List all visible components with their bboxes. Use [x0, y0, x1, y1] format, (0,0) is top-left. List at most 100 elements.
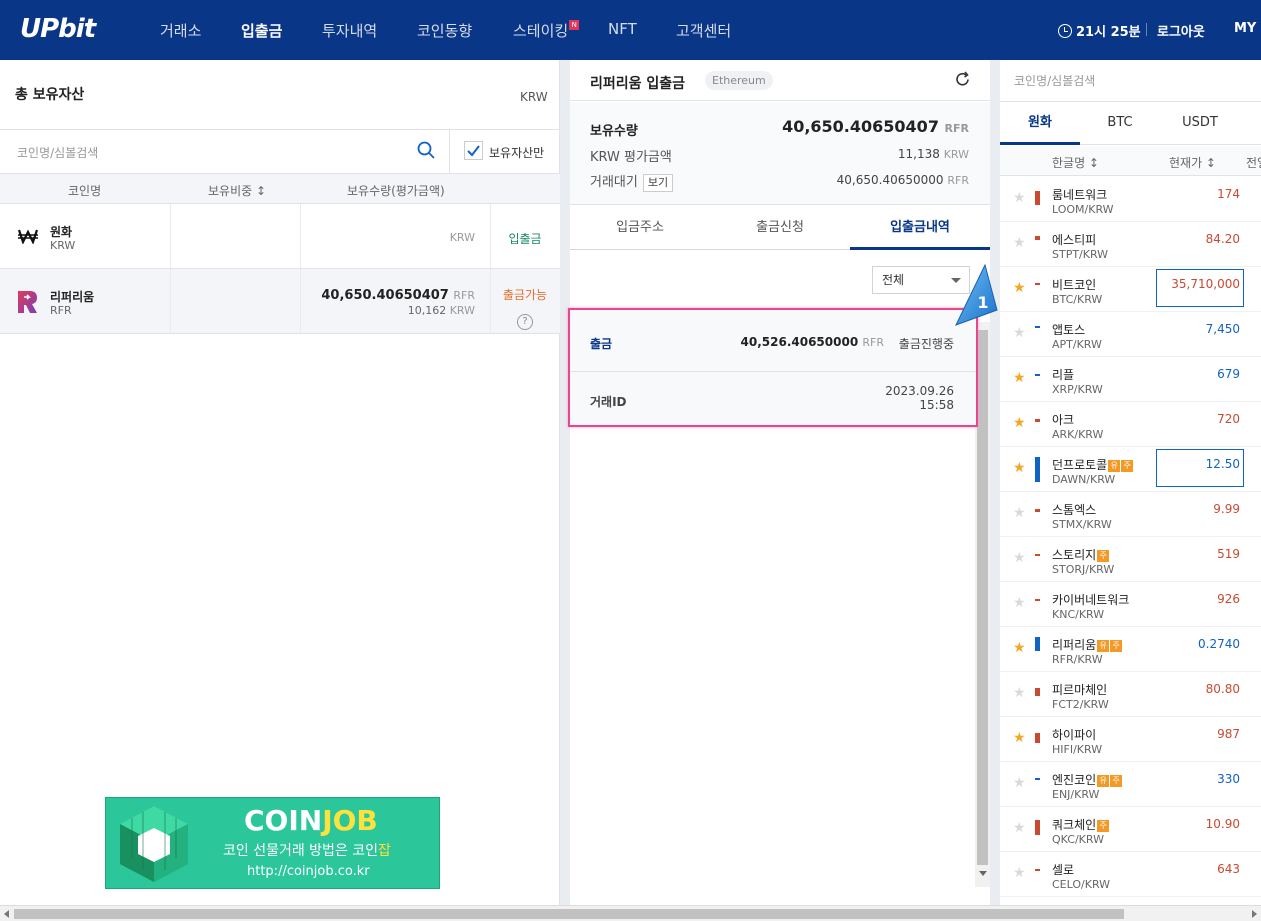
tab-usdt-market[interactable]: USDT: [1160, 102, 1240, 145]
logout-link[interactable]: 로그아웃: [1157, 21, 1205, 40]
coin-row[interactable]: ★ 리퍼리움 유 주 RFR/KRW 0.2740: [1000, 627, 1261, 672]
callout-arrow-marker: 1: [955, 264, 998, 326]
favorite-star-icon[interactable]: ★: [1013, 595, 1026, 611]
coin-row[interactable]: ★ 앱토스 APT/KRW 7,450: [1000, 312, 1261, 357]
favorite-star-icon[interactable]: ★: [1013, 640, 1026, 656]
transfer-panel: 리퍼리움 입출금 Ethereum 보유수량 40,650.40650407 R…: [570, 60, 990, 905]
my-page-link[interactable]: MY: [1234, 21, 1256, 36]
favorite-star-icon[interactable]: ★: [1013, 235, 1026, 251]
col-current-price[interactable]: 현재가 ↕: [1169, 154, 1216, 171]
nav-deposit-withdraw[interactable]: 입출금: [241, 20, 282, 41]
coin-row[interactable]: ★ 아크 ARK/KRW 720: [1000, 402, 1261, 447]
deposit-withdraw-button[interactable]: 입출금: [490, 230, 560, 247]
coin-name: 리플: [1052, 368, 1075, 382]
col-holding-ratio[interactable]: 보유비중 ↕: [208, 182, 266, 199]
coin-name-cell: 엔진코인 유 주: [1052, 771, 1123, 788]
nav-exchange[interactable]: 거래소: [160, 20, 201, 41]
coin-row[interactable]: ★ 하이파이 HIFI/KRW 987: [1000, 717, 1261, 762]
nav-investments[interactable]: 투자내역: [322, 20, 377, 41]
nav-staking[interactable]: 스테이킹 N: [513, 20, 580, 41]
coin-row[interactable]: ★ 피르마체인 FCT2/KRW 80.80: [1000, 672, 1261, 717]
favorite-star-icon[interactable]: ★: [1013, 730, 1026, 746]
favorite-star-icon[interactable]: ★: [1013, 460, 1026, 476]
session-timer[interactable]: 21시 25분: [1058, 21, 1141, 40]
coin-row[interactable]: ★ 엔진코인 유 주 ENJ/KRW 330: [1000, 762, 1261, 807]
coin-price: 80.80: [1205, 682, 1240, 696]
favorite-star-icon[interactable]: ★: [1013, 190, 1026, 206]
coin-row[interactable]: ★ 스토리지 주 STORJ/KRW 519: [1000, 537, 1261, 582]
nav-nft[interactable]: NFT: [608, 20, 637, 38]
coin-name: 엔진코인: [1052, 773, 1097, 787]
coin-row[interactable]: ★ 쿼크체인 주 QKC/KRW 10.90: [1000, 807, 1261, 852]
view-button[interactable]: 보기: [642, 174, 674, 192]
favorite-star-icon[interactable]: ★: [1013, 325, 1026, 341]
tab-transfer-history[interactable]: 입출금내역: [850, 205, 990, 250]
mini-candle-icon: [1035, 283, 1040, 285]
favorite-star-icon[interactable]: ★: [1013, 685, 1026, 701]
favorite-star-icon[interactable]: ★: [1013, 280, 1026, 296]
nav-coin-trends[interactable]: 코인동향: [417, 20, 472, 41]
coin-row[interactable]: ★ 리플 XRP/KRW 679: [1000, 357, 1261, 402]
tab-btc-market[interactable]: BTC: [1080, 102, 1160, 145]
scroll-down-icon[interactable]: [979, 871, 987, 876]
warning-badge: 유: [1097, 640, 1110, 652]
holding-amount: 40,650.40650407 RFR: [782, 117, 969, 136]
favorite-star-icon[interactable]: ★: [1013, 820, 1026, 836]
coin-row[interactable]: ★ 스톰엑스 STMX/KRW 9.99: [1000, 492, 1261, 537]
favorite-star-icon[interactable]: ★: [1013, 415, 1026, 431]
coin-price: 643: [1217, 862, 1240, 876]
coin-row[interactable]: ★ 셀로 CELO/KRW 643: [1000, 852, 1261, 897]
coin-name-cell: 하이파이: [1052, 726, 1096, 743]
asset-row[interactable]: 리퍼리움 RFR 40,650.40650407 RFR 10,162 KRW …: [0, 269, 560, 334]
holding-label: 보유수량: [590, 124, 638, 139]
refresh-icon[interactable]: [954, 71, 971, 88]
history-amount-unit: RFR: [862, 336, 884, 349]
withdraw-available-button[interactable]: 출금가능: [490, 286, 560, 303]
help-icon[interactable]: ?: [517, 314, 533, 330]
scroll-right-icon[interactable]: [1252, 910, 1257, 918]
upbit-logo[interactable]: UPbit: [20, 14, 96, 44]
coin-row[interactable]: ★ 카이버네트워크 KNC/KRW 926: [1000, 582, 1261, 627]
history-entry-summary: 출금 40,526.40650000 RFR 출금진행중: [570, 310, 976, 372]
coin-price: 10.90: [1205, 817, 1240, 831]
col-change[interactable]: 전일: [1246, 154, 1261, 171]
tab-deposit-address[interactable]: 입금주소: [570, 205, 710, 250]
holding-summary: 보유수량 40,650.40650407 RFR KRW 평가금액 11,138…: [570, 102, 990, 205]
search-icon[interactable]: [417, 141, 435, 159]
coinjob-banner[interactable]: COINJOB 코인 선물거래 방법은 코인잡 http://coinjob.c…: [105, 797, 440, 889]
callout-number: 1: [977, 293, 988, 312]
tab-krw-market[interactable]: 원화: [1000, 102, 1080, 145]
scroll-left-icon[interactable]: [4, 910, 9, 918]
favorite-star-icon[interactable]: ★: [1013, 505, 1026, 521]
coin-row[interactable]: ★ 비트코인 BTC/KRW 35,710,000: [1000, 267, 1261, 312]
transfer-panel-header: 리퍼리움 입출금 Ethereum: [570, 60, 990, 101]
nav-customer-center[interactable]: 고객센터: [676, 20, 731, 41]
col-holding-amount: 보유수량(평가금액): [347, 184, 445, 198]
tab-withdraw-request[interactable]: 출금신청: [710, 205, 850, 250]
favorite-star-icon[interactable]: ★: [1013, 370, 1026, 386]
coin-name: 앱토스: [1052, 323, 1086, 337]
coin-row[interactable]: ★ 에스티피 STPT/KRW 84.20: [1000, 222, 1261, 267]
coin-symbol: DAWN/KRW: [1052, 473, 1116, 486]
mini-candle-icon: [1035, 419, 1040, 422]
favorite-star-icon[interactable]: ★: [1013, 865, 1026, 881]
top-navigation-bar: UPbit 거래소 입출금 투자내역 코인동향 스테이킹 N NFT 고객센터 2…: [0, 0, 1261, 60]
coin-row[interactable]: ★ 던프로토콜 유 주 DAWN/KRW 12.50: [1000, 447, 1261, 492]
asset-search-input[interactable]: 코인명/심볼검색: [17, 144, 98, 161]
horizontal-scrollbar[interactable]: [0, 905, 1261, 921]
mini-candle-icon: [1035, 457, 1040, 482]
owned-only-filter[interactable]: 보유자산만: [449, 130, 560, 173]
coin-symbol: KNC/KRW: [1052, 608, 1105, 621]
owned-only-checkbox[interactable]: [464, 141, 483, 160]
scrollbar-thumb[interactable]: [977, 330, 988, 865]
horizontal-scrollbar-thumb[interactable]: [14, 909, 1124, 919]
coin-row[interactable]: ★ 룸네트워크 LOOM/KRW 174: [1000, 177, 1261, 222]
favorite-star-icon[interactable]: ★: [1013, 550, 1026, 566]
warning-badge: 유: [1097, 775, 1110, 787]
coin-symbol: FCT2/KRW: [1052, 698, 1109, 711]
col-korean-name[interactable]: 한글명 ↕: [1052, 154, 1099, 171]
asset-row[interactable]: 원화 KRW KRW 입출금: [0, 204, 560, 269]
history-entry[interactable]: 출금 40,526.40650000 RFR 출금진행중 거래ID 2023.0…: [568, 308, 978, 427]
favorite-star-icon[interactable]: ★: [1013, 775, 1026, 791]
market-search-input[interactable]: 코인명/심볼검색: [1014, 72, 1095, 89]
